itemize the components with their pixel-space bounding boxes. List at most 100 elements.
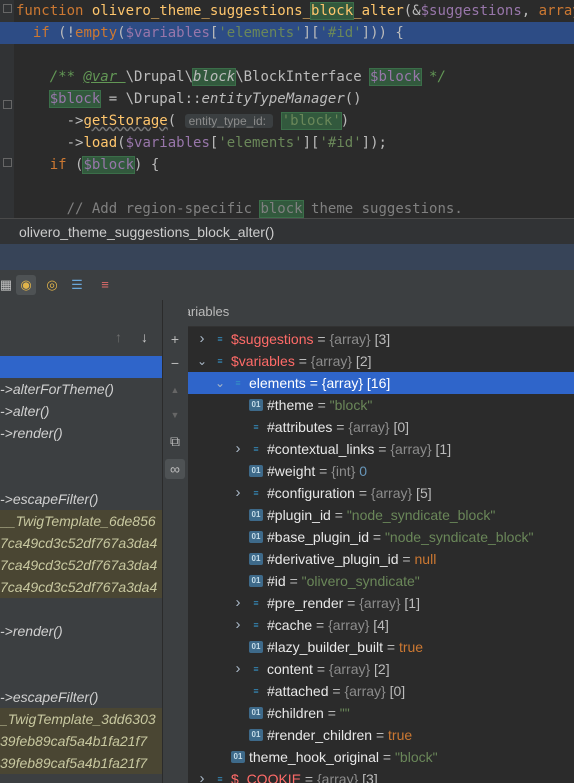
- variable-text: #weight = {int} 0: [267, 460, 367, 482]
- fold-icon[interactable]: [3, 100, 12, 109]
- variable-row[interactable]: 01 #id = "olivero_syndicate": [188, 570, 574, 592]
- variable-value: "": [339, 705, 350, 721]
- add-watch-icon[interactable]: +: [165, 329, 185, 349]
- array-icon: ≡: [217, 356, 223, 366]
- code-token: '#id': [319, 25, 362, 41]
- frame-item[interactable]: ->render(): [0, 620, 162, 642]
- frame-item[interactable]: ->alterForTheme(): [0, 378, 162, 400]
- code-line: if ($block) {: [0, 154, 574, 176]
- expand-icon[interactable]: ›: [232, 614, 244, 636]
- frame-item[interactable]: [0, 664, 162, 686]
- code-line: if (!empty($variables['elements']['#id']…: [0, 22, 574, 44]
- equals-sign: =: [312, 661, 329, 677]
- grid-icon[interactable]: ▦: [0, 275, 16, 295]
- frame-item[interactable]: ->escapeFilter(): [0, 686, 162, 708]
- array-icon: ≡: [217, 774, 223, 783]
- variable-row[interactable]: › ≡ #cache = {array} [4]: [188, 614, 574, 636]
- variable-row[interactable]: ⌄ ≡ elements = {array} [16]: [188, 372, 574, 394]
- variable-row[interactable]: › ≡ #configuration = {array} [5]: [188, 482, 574, 504]
- code-editor[interactable]: function olivero_theme_suggestions_block…: [0, 0, 574, 218]
- frame-item[interactable]: 7ca49cd3c52df767a3da4: [0, 554, 162, 576]
- array-icon: ≡: [253, 598, 259, 608]
- variable-row[interactable]: › ≡ $suggestions = {array} [3]: [188, 328, 574, 350]
- code-token: _alter: [353, 3, 404, 19]
- copy-icon[interactable]: ⧉: [165, 431, 185, 451]
- frame-item[interactable]: 39feb89caf5a4b1fa21f7: [0, 730, 162, 752]
- breakpoint-toggle-icon[interactable]: ◉: [16, 275, 36, 295]
- variable-type: {array}: [317, 771, 359, 783]
- variable-row[interactable]: ≡ #attributes = {array} [0]: [188, 416, 574, 438]
- variable-row[interactable]: 01 #weight = {int} 0: [188, 460, 574, 482]
- variable-row[interactable]: 01 #children = "": [188, 702, 574, 724]
- variable-name: #configuration: [267, 485, 355, 501]
- frame-item[interactable]: [0, 598, 162, 620]
- variable-name: #derivative_plugin_id: [267, 551, 399, 567]
- list-icon[interactable]: ☰: [67, 275, 87, 295]
- frame-down-icon[interactable]: ↓: [141, 329, 148, 345]
- collapse-icon[interactable]: ⌄: [214, 372, 226, 394]
- variable-text: #base_plugin_id = "node_syndicate_block": [267, 526, 533, 548]
- expand-icon[interactable]: ›: [232, 592, 244, 614]
- move-down-icon[interactable]: ▼: [165, 405, 185, 425]
- breadcrumb[interactable]: olivero_theme_suggestions_block_alter(): [0, 218, 574, 244]
- code-token: ) {: [134, 157, 160, 173]
- frame-item[interactable]: 7ca49cd3c52df767a3da4: [0, 576, 162, 598]
- expand-icon[interactable]: ›: [232, 438, 244, 460]
- remove-watch-icon[interactable]: −: [165, 353, 185, 373]
- code-token: $variables: [125, 25, 210, 41]
- expand-icon[interactable]: ›: [196, 768, 208, 783]
- frame-item[interactable]: 39feb89caf5a4b1fa21f7: [0, 752, 162, 774]
- expand-icon[interactable]: ›: [232, 658, 244, 680]
- code-line: /** @var \Drupal\block\BlockInterface $b…: [0, 66, 574, 88]
- expand-icon[interactable]: ›: [196, 328, 208, 350]
- frame-item[interactable]: ->escapeFilter(): [0, 488, 162, 510]
- variable-name: content: [267, 661, 313, 677]
- add-frame-icon[interactable]: ≡: [95, 275, 115, 295]
- variable-row[interactable]: ⌄ ≡ $variables = {array} [2]: [188, 350, 574, 372]
- frame-item[interactable]: [0, 444, 162, 466]
- glasses-icon[interactable]: ∞: [165, 459, 185, 479]
- expand-icon[interactable]: ›: [232, 482, 244, 504]
- variable-row[interactable]: 01 #render_children = true: [188, 724, 574, 746]
- frames-panel: ↑ ↓ ->alterForTheme() ->alter() ->render()…: [0, 300, 162, 783]
- frame-item[interactable]: [0, 356, 162, 378]
- variable-row[interactable]: › ≡ #pre_render = {array} [1]: [188, 592, 574, 614]
- frame-item[interactable]: ->render(): [0, 422, 162, 444]
- variable-name: #base_plugin_id: [267, 529, 369, 545]
- move-up-icon[interactable]: ▲: [165, 380, 185, 400]
- variable-text: $variables = {array} [2]: [231, 350, 372, 372]
- watch-icon[interactable]: ◎: [42, 275, 62, 295]
- variable-row[interactable]: 01 theme_hook_original = "block": [188, 746, 574, 768]
- frame-item[interactable]: __TwigTemplate_6de856: [0, 510, 162, 532]
- code-token: load: [83, 135, 118, 151]
- variable-row[interactable]: 01 #theme = "block": [188, 394, 574, 416]
- frame-item[interactable]: [0, 466, 162, 488]
- variable-count: [3]: [358, 771, 378, 783]
- frame-item[interactable]: 7ca49cd3c52df767a3da4: [0, 532, 162, 554]
- array-icon: ≡: [253, 444, 259, 454]
- fold-icon[interactable]: [3, 158, 12, 167]
- variable-row[interactable]: 01 #lazy_builder_built = true: [188, 636, 574, 658]
- variable-count: [2]: [370, 661, 390, 677]
- variable-row[interactable]: 01 #plugin_id = "node_syndicate_block": [188, 504, 574, 526]
- variable-row[interactable]: 01 #derivative_plugin_id = null: [188, 548, 574, 570]
- fold-icon[interactable]: [3, 4, 12, 13]
- variable-row[interactable]: ≡ #attached = {array} [0]: [188, 680, 574, 702]
- variable-row[interactable]: › ≡ #contextual_links = {array} [1]: [188, 438, 574, 460]
- frame-item[interactable]: _TwigTemplate_3dd6303: [0, 708, 162, 730]
- variable-name: $_COOKIE: [231, 771, 302, 783]
- code-token: */: [420, 69, 446, 85]
- frame-up-icon[interactable]: ↑: [115, 329, 122, 345]
- code-token: &: [412, 3, 421, 19]
- variable-row[interactable]: 01 #base_plugin_id = "node_syndicate_bloc…: [188, 526, 574, 548]
- variable-row[interactable]: › ≡ content = {array} [2]: [188, 658, 574, 680]
- equals-sign: =: [312, 617, 329, 633]
- collapse-icon[interactable]: ⌄: [196, 350, 208, 372]
- variables-side-toolbar: + − ▲ ▼ ⧉ ∞: [162, 300, 188, 783]
- array-icon: ≡: [253, 664, 259, 674]
- variable-type: {array}: [328, 661, 371, 677]
- frame-item[interactable]: ->alter(): [0, 400, 162, 422]
- frame-item[interactable]: [0, 642, 162, 664]
- variable-row[interactable]: › ≡ $_COOKIE = {array} [3]: [188, 768, 574, 783]
